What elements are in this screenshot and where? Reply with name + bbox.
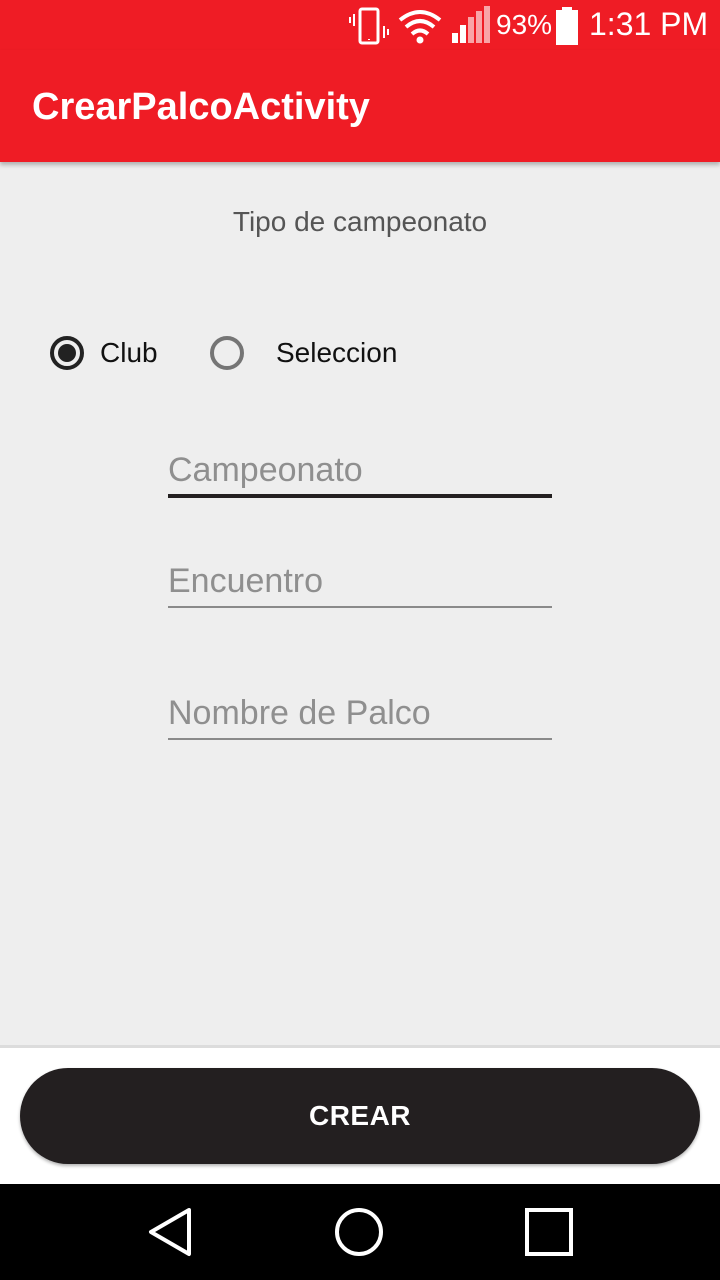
radio-unchecked-icon[interactable] (210, 336, 244, 370)
radio-club[interactable]: Club (50, 330, 158, 376)
encuentro-input[interactable] (168, 556, 552, 608)
signal-icon (452, 6, 490, 43)
page-title: CrearPalcoActivity (32, 86, 370, 128)
radio-club-label: Club (100, 337, 158, 368)
battery-percentage: 93% (496, 9, 553, 40)
radio-seleccion-label: Seleccion (276, 337, 398, 368)
navigation-bar (0, 1184, 720, 1280)
radio-dot (58, 344, 76, 362)
status-bar: 93% 1:31 PM (0, 0, 720, 50)
section-title: Tipo de campeonato (232, 206, 488, 237)
recents-icon[interactable] (521, 1204, 577, 1260)
home-icon[interactable] (331, 1204, 387, 1260)
vibrate-icon (349, 7, 389, 45)
app-bar: CrearPalcoActivity (0, 50, 720, 162)
back-icon[interactable] (143, 1204, 199, 1260)
clock: 1:31 PM (589, 6, 709, 42)
wifi-icon (398, 10, 442, 44)
crear-button[interactable]: CREAR (20, 1068, 700, 1164)
battery-icon (556, 7, 578, 45)
radio-checked-icon[interactable] (50, 336, 84, 370)
campeonato-input[interactable] (168, 446, 552, 498)
nombre-palco-input[interactable] (168, 688, 552, 740)
radio-seleccion[interactable]: Seleccion (210, 330, 397, 376)
